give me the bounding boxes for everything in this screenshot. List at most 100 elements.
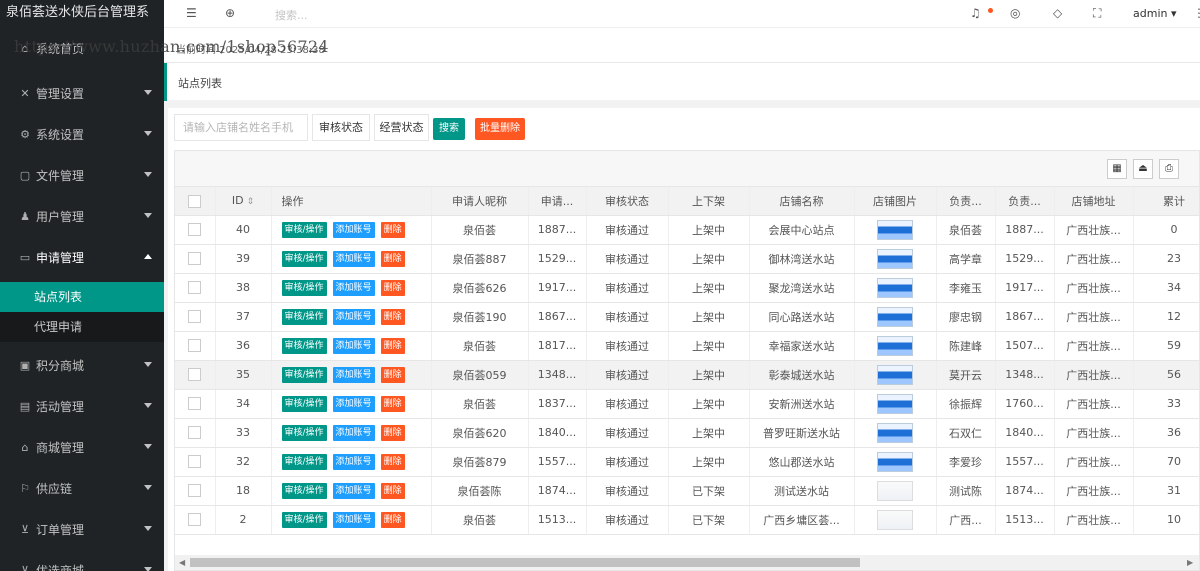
- row-checkbox[interactable]: [188, 281, 202, 295]
- audit-button[interactable]: 审核/操作: [281, 395, 327, 412]
- add-account-button[interactable]: 添加账号: [332, 366, 375, 383]
- add-account-button[interactable]: 添加账号: [332, 482, 375, 499]
- store-thumbnail[interactable]: [877, 451, 913, 472]
- row-checkbox[interactable]: [188, 426, 202, 440]
- row-checkbox[interactable]: [188, 339, 202, 353]
- columns-icon[interactable]: ▦: [1107, 159, 1127, 179]
- row-select-cell[interactable]: [175, 505, 216, 535]
- audit-status-select[interactable]: 审核状态: [312, 114, 370, 141]
- row-checkbox[interactable]: [188, 310, 202, 324]
- select-all-checkbox[interactable]: [188, 194, 202, 208]
- header-search[interactable]: 搜索...: [275, 7, 308, 23]
- scrollbar-thumb[interactable]: [190, 558, 860, 567]
- audit-button[interactable]: 审核/操作: [281, 250, 327, 267]
- menu-collapse-icon[interactable]: ☰: [186, 6, 197, 20]
- sidebar-item-preferred-mall[interactable]: ⊻ 优选商城: [0, 550, 164, 571]
- audit-button[interactable]: 审核/操作: [281, 424, 327, 441]
- sort-icon[interactable]: ⇕: [247, 197, 255, 207]
- audit-button[interactable]: 审核/操作: [281, 366, 327, 383]
- select-all-cell[interactable]: [175, 187, 216, 216]
- store-thumbnail[interactable]: [877, 422, 913, 443]
- sidebar-item-points-mall[interactable]: ▣ 积分商城: [0, 345, 164, 385]
- print-icon[interactable]: ⎙: [1159, 159, 1179, 179]
- scroll-left-icon[interactable]: ◀: [179, 558, 185, 567]
- store-thumbnail[interactable]: [877, 277, 913, 298]
- row-checkbox[interactable]: [188, 397, 202, 411]
- more-icon[interactable]: ⋮: [1193, 6, 1200, 20]
- audit-button[interactable]: 审核/操作: [281, 279, 327, 296]
- audit-button[interactable]: 审核/操作: [281, 511, 327, 528]
- audit-button[interactable]: 审核/操作: [281, 337, 327, 354]
- delete-button[interactable]: 删除: [380, 279, 405, 296]
- sidebar-subitem-agent-apply[interactable]: 代理申请: [0, 312, 164, 342]
- store-thumbnail[interactable]: [877, 364, 913, 385]
- add-account-button[interactable]: 添加账号: [332, 511, 375, 528]
- store-thumbnail[interactable]: [877, 306, 913, 327]
- row-checkbox[interactable]: [188, 484, 202, 498]
- row-checkbox[interactable]: [188, 368, 202, 382]
- row-select-cell[interactable]: [175, 273, 216, 303]
- add-account-button[interactable]: 添加账号: [332, 221, 375, 238]
- delete-button[interactable]: 删除: [380, 395, 405, 412]
- row-select-cell[interactable]: [175, 331, 216, 361]
- audit-button[interactable]: 审核/操作: [281, 308, 327, 325]
- batch-delete-button[interactable]: 批量删除: [475, 118, 525, 140]
- delete-button[interactable]: 删除: [380, 366, 405, 383]
- row-select-cell[interactable]: [175, 302, 216, 332]
- sidebar-item-supply-chain[interactable]: ⚐ 供应链: [0, 468, 164, 508]
- operate-status-select[interactable]: 经营状态: [374, 114, 429, 141]
- sidebar-item-apply-manage[interactable]: ▭ 申请管理: [0, 237, 164, 277]
- user-menu[interactable]: admin ▾: [1133, 7, 1177, 20]
- search-button[interactable]: 搜索: [433, 118, 465, 140]
- sidebar-item-user-manage[interactable]: ♟ 用户管理: [0, 196, 164, 236]
- sidebar-subitem-site-list[interactable]: 站点列表: [0, 282, 164, 312]
- theme-icon[interactable]: ◎: [1010, 6, 1020, 20]
- store-search-input[interactable]: [174, 114, 308, 141]
- delete-button[interactable]: 删除: [380, 308, 405, 325]
- add-account-button[interactable]: 添加账号: [332, 279, 375, 296]
- export-icon[interactable]: ⏏: [1133, 159, 1153, 179]
- add-account-button[interactable]: 添加账号: [332, 308, 375, 325]
- row-select-cell[interactable]: [175, 215, 216, 245]
- audit-button[interactable]: 审核/操作: [281, 453, 327, 470]
- row-select-cell[interactable]: [175, 476, 216, 506]
- row-select-cell[interactable]: [175, 418, 216, 448]
- row-checkbox[interactable]: [188, 513, 202, 527]
- delete-button[interactable]: 删除: [380, 424, 405, 441]
- audit-button[interactable]: 审核/操作: [281, 221, 327, 238]
- col-id[interactable]: ID ⇕: [215, 187, 272, 216]
- delete-button[interactable]: 删除: [380, 337, 405, 354]
- store-thumbnail[interactable]: [877, 219, 913, 240]
- row-select-cell[interactable]: [175, 244, 216, 274]
- add-account-button[interactable]: 添加账号: [332, 337, 375, 354]
- add-account-button[interactable]: 添加账号: [332, 424, 375, 441]
- sidebar-item-order-manage[interactable]: ⊻ 订单管理: [0, 509, 164, 549]
- audit-button[interactable]: 审核/操作: [281, 482, 327, 499]
- store-thumbnail[interactable]: [877, 480, 913, 501]
- delete-button[interactable]: 删除: [380, 453, 405, 470]
- row-checkbox[interactable]: [188, 455, 202, 469]
- delete-button[interactable]: 删除: [380, 511, 405, 528]
- store-thumbnail[interactable]: [877, 509, 913, 530]
- scroll-right-icon[interactable]: ▶: [1187, 558, 1193, 567]
- row-select-cell[interactable]: [175, 447, 216, 477]
- tag-icon[interactable]: ◇: [1053, 6, 1062, 20]
- sidebar-item-file-manage[interactable]: ▢ 文件管理: [0, 155, 164, 195]
- horizontal-scrollbar[interactable]: ◀ ▶: [175, 555, 1199, 570]
- add-account-button[interactable]: 添加账号: [332, 250, 375, 267]
- delete-button[interactable]: 删除: [380, 250, 405, 267]
- store-thumbnail[interactable]: [877, 248, 913, 269]
- delete-button[interactable]: 删除: [380, 482, 405, 499]
- sidebar-item-manage-settings[interactable]: ✕ 管理设置: [0, 73, 164, 113]
- bell-icon[interactable]: ♫: [970, 6, 981, 20]
- fullscreen-icon[interactable]: ⛶: [1093, 6, 1101, 21]
- row-checkbox[interactable]: [188, 252, 202, 266]
- row-checkbox[interactable]: [188, 223, 202, 237]
- store-thumbnail[interactable]: [877, 393, 913, 414]
- globe-icon[interactable]: ⊕: [225, 6, 235, 20]
- sidebar-item-activity-manage[interactable]: ▤ 活动管理: [0, 386, 164, 426]
- sidebar-item-system-settings[interactable]: ⚙ 系统设置: [0, 114, 164, 154]
- add-account-button[interactable]: 添加账号: [332, 395, 375, 412]
- sidebar-item-shop-manage[interactable]: ⌂ 商城管理: [0, 427, 164, 467]
- store-thumbnail[interactable]: [877, 335, 913, 356]
